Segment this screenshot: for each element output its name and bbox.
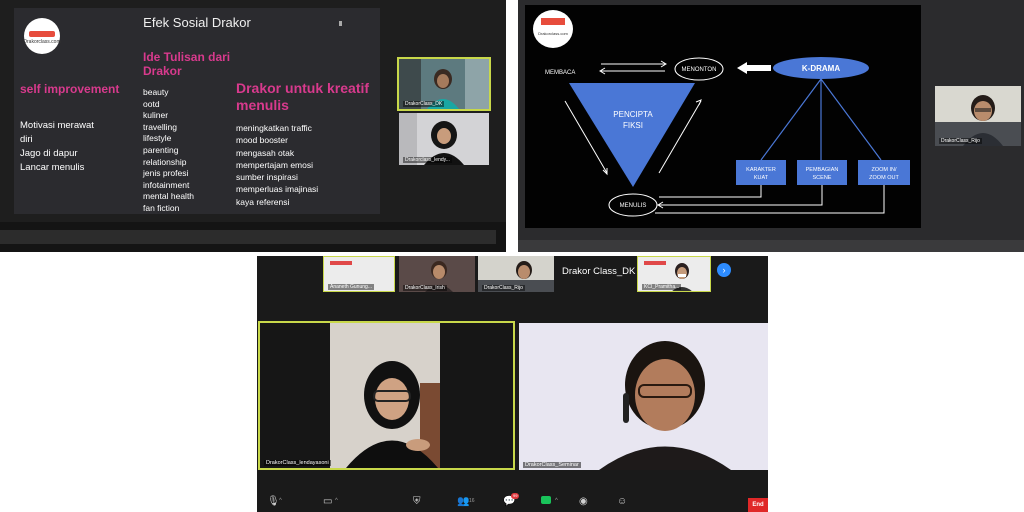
label-pencipta: PENCIPTA	[613, 110, 653, 119]
list-item: lifestyle	[143, 133, 172, 144]
self-improvement-list: Motivasi merawat diri Jago di dapur Lanc…	[20, 119, 94, 175]
participant-name-label: DrakorClass_Rijo	[482, 285, 525, 291]
list-item: kaya referensi	[236, 196, 290, 207]
scroll-bar[interactable]	[0, 230, 496, 244]
strip-thumbnail[interactable]: DrakorClass_Irish	[399, 256, 475, 292]
start-video-icon[interactable]: ▭	[323, 496, 332, 508]
list-item: fan fiction	[143, 202, 180, 213]
end-meeting-button[interactable]: End	[748, 498, 768, 512]
reactions-icon[interactable]: ☺	[617, 496, 627, 508]
box-label: SCENE	[813, 175, 832, 181]
slide-title: Efek Sosial Drakor	[143, 15, 251, 30]
chevron-up-icon[interactable]: ^	[335, 498, 338, 504]
strip-thumbnail[interactable]: DrakorClass_Rijo	[478, 256, 554, 292]
connector-line	[760, 78, 822, 161]
security-shield-icon[interactable]: ⛨	[413, 496, 421, 508]
participant-name-label: DrakorClass_Rijo	[939, 138, 982, 144]
box-label: PEMBAGIAN	[806, 167, 839, 173]
participant-name-label: Drakorclass_lendy...	[403, 157, 452, 163]
drakor-kreatif-list: meningkatkan traffic mood booster mengas…	[236, 122, 318, 208]
heading-self-improvement: self improvement	[20, 82, 120, 96]
heading-drakor-kreatif: Drakor untuk kreatif menulis	[236, 80, 370, 113]
list-item: relationship	[143, 156, 187, 167]
list-item: diri	[20, 134, 33, 145]
list-item: Jago di dapur	[20, 148, 78, 159]
list-item: sumber inspirasi	[236, 172, 298, 183]
participant-video-image	[935, 86, 1021, 146]
zoom-screenshot-slide-efek-sosial: Drakorclass.com Efek Sosial Drakor Ide T…	[0, 0, 506, 252]
participant-name-label: DrakorClass_Seminar	[523, 462, 581, 468]
drakorclass-logo: Drakorclass.com	[533, 10, 573, 48]
chevron-up-icon[interactable]: ^	[279, 498, 282, 504]
list-item: mood booster	[236, 135, 288, 146]
box-label: KUAT	[754, 175, 769, 181]
label-menonton: MENONTON	[682, 67, 717, 73]
participants-icon[interactable]: 👥	[457, 496, 469, 508]
shared-slide: Drakorclass.com Efek Sosial Drakor Ide T…	[14, 8, 380, 214]
participant-name-label: DrakorClass_lendayasoni	[264, 460, 331, 466]
participant-video-thumbnail[interactable]: Drakorclass_lendy...	[399, 113, 489, 165]
next-page-arrow-icon[interactable]: ›	[717, 263, 731, 277]
participant-name-label: Ananeth Gunung...	[328, 284, 374, 290]
strip-thumbnail[interactable]: KCI_Pramitha...	[637, 256, 711, 292]
zoom-screenshot-gallery: Ananeth Gunung... DrakorClass_Irish Drak…	[257, 256, 768, 512]
label-fiksi: FIKSI	[623, 121, 643, 130]
list-item: travelling	[143, 121, 178, 132]
box-label: ZOOM IN/	[871, 167, 897, 173]
participant-video-thumbnail[interactable]: DrakorClass_Rijo	[935, 86, 1021, 146]
meeting-toolbar: 🎙 ^ ▭ ^ ⛨ 👥 16 💬 99 ^ ◉ ☺ End	[257, 492, 768, 512]
participant-video-main-left[interactable]: DrakorClass_lendayasoni	[258, 321, 515, 470]
list-item: jenis profesi	[143, 168, 189, 179]
list-item: Lancar menulis	[20, 162, 85, 173]
list-item: infotainment	[143, 179, 190, 190]
label-kdrama: K-DRAMA	[802, 64, 840, 73]
diagram-canvas: Drakorclass.com MEMBACA MENONTON K-DRAMA…	[533, 10, 910, 217]
list-item: memperluas imajinasi	[236, 184, 319, 195]
ide-tulisan-list: beauty ootd kuliner travelling lifestyle…	[143, 87, 194, 215]
return-line	[655, 185, 885, 214]
box-label: KARAKTER	[746, 167, 776, 173]
list-item: ootd	[143, 98, 160, 109]
record-icon[interactable]: ◉	[579, 496, 588, 508]
mute-microphone-icon[interactable]: 🎙	[267, 496, 280, 508]
participant-video-main-right[interactable]: DrakorClass_Seminar	[519, 323, 768, 470]
zoom-screenshot-slide-diagram: Drakorclass.com MEMBACA MENONTON K-DRAMA…	[518, 0, 1024, 252]
window-bottom-bar	[518, 240, 1024, 252]
participant-video-image	[260, 323, 513, 468]
list-item: Motivasi merawat	[20, 120, 94, 131]
list-item: parenting	[143, 144, 179, 155]
label-menulis: MENULIS	[620, 203, 647, 209]
chevron-up-icon[interactable]: ^	[555, 498, 558, 504]
return-line	[659, 185, 823, 206]
participant-strip: Ananeth Gunung... DrakorClass_Irish Drak…	[257, 256, 768, 292]
list-item: beauty	[143, 87, 169, 97]
participant-video-thumbnail[interactable]: DrakorClass_DK	[397, 57, 491, 111]
box-label: ZOOM OUT	[869, 175, 899, 181]
meeting-name: Drakor Class_DK	[562, 266, 636, 277]
participant-name-label: DrakorClass_DK	[403, 101, 445, 107]
list-item: mengasah otak	[236, 147, 295, 158]
participant-name-label: DrakorClass_Irish	[403, 285, 447, 291]
participant-name-label: KCI_Pramitha...	[642, 284, 682, 290]
shared-slide: Drakorclass.com MEMBACA MENONTON K-DRAMA…	[525, 5, 921, 228]
mouse-cursor	[339, 21, 342, 26]
list-item: mempertajam emosi	[236, 159, 313, 170]
list-item: meningkatkan traffic	[236, 123, 312, 133]
label-membaca: MEMBACA	[545, 70, 575, 76]
participant-video-image	[519, 323, 768, 470]
return-line	[659, 185, 762, 198]
list-item: kuliner	[143, 110, 169, 121]
triangle-pencipta-fiksi	[569, 83, 695, 187]
logo-text: Drakorclass.com	[23, 39, 61, 46]
connector-line	[820, 78, 882, 161]
chat-badge: 99	[511, 493, 520, 499]
logo-text: Drakorclass.com	[538, 31, 568, 36]
strip-thumbnail[interactable]: Ananeth Gunung...	[323, 256, 395, 292]
list-item: mental health	[143, 191, 195, 202]
participants-count: 16	[469, 498, 475, 504]
share-screen-icon[interactable]	[541, 496, 551, 508]
heading-ide-tulisan: Ide Tulisan dari Drakor	[143, 50, 231, 78]
block-arrow	[737, 62, 771, 74]
